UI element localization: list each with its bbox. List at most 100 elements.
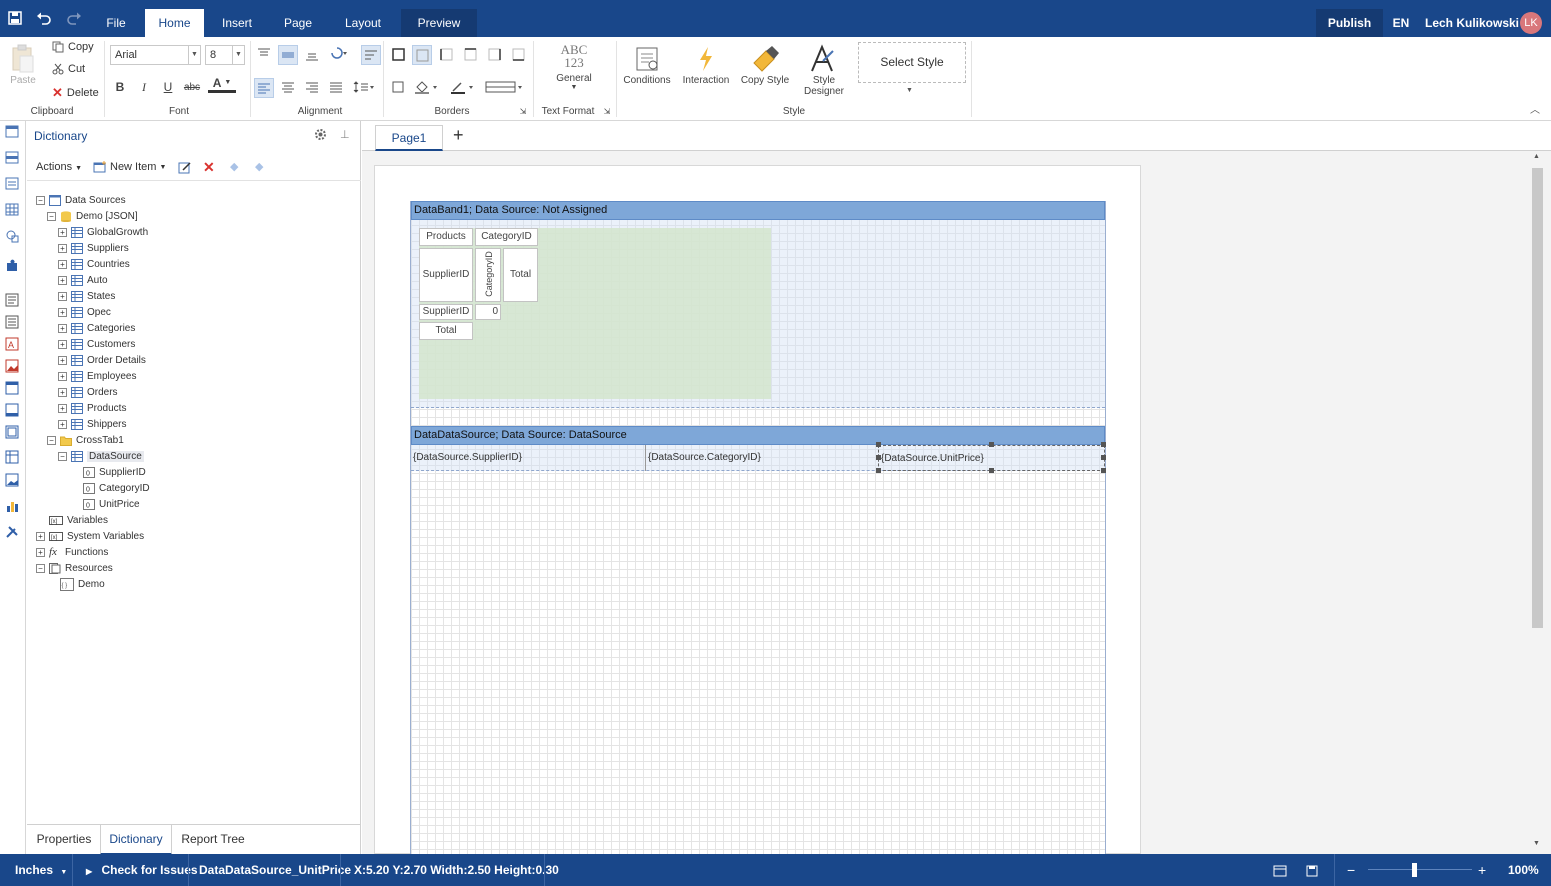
align-left-icon[interactable] xyxy=(254,78,274,98)
tree-table-item[interactable]: + Countries xyxy=(58,256,130,272)
tree-resources[interactable]: − Resources xyxy=(36,560,113,576)
language-button[interactable]: EN xyxy=(1386,9,1416,37)
text-in-cells-icon[interactable]: A xyxy=(5,337,20,351)
publish-button[interactable]: Publish xyxy=(1316,9,1383,37)
panel-icon[interactable] xyxy=(5,381,20,395)
new-item-button[interactable]: New Item ▼ xyxy=(93,161,166,173)
units-dropdown[interactable]: Inches ▼ xyxy=(15,854,67,886)
tree-table-item[interactable]: + Shippers xyxy=(58,416,126,432)
expand-dialog-icon[interactable]: ⇲ xyxy=(601,105,613,117)
tab-page1[interactable]: Page1 xyxy=(375,125,443,151)
tab-report-tree[interactable]: Report Tree xyxy=(175,825,251,855)
expand-icon[interactable]: + xyxy=(58,355,67,365)
subreport-icon[interactable] xyxy=(5,425,20,439)
italic-button[interactable]: I xyxy=(134,77,154,97)
crosstab-total-column[interactable]: Total xyxy=(503,248,538,302)
zoom-out-button[interactable]: − xyxy=(1347,854,1355,886)
tree-table-item[interactable]: + GlobalGrowth xyxy=(58,224,148,240)
resize-handle[interactable] xyxy=(1101,468,1106,473)
shadow-icon[interactable] xyxy=(388,77,408,97)
border-all-icon[interactable] xyxy=(388,44,408,64)
tree-column-categoryid[interactable]: 0 CategoryID xyxy=(83,480,150,496)
expand-icon[interactable]: + xyxy=(58,323,67,333)
crosstab-supplierid-header[interactable]: SupplierID xyxy=(419,248,473,302)
puzzle-icon[interactable] xyxy=(5,259,20,273)
tab-page[interactable]: Page xyxy=(274,9,322,37)
collapse-icon[interactable]: − xyxy=(36,195,45,205)
style-designer-button[interactable]: Style Designer xyxy=(796,43,852,97)
add-page-button[interactable]: + xyxy=(453,125,464,146)
border-style-icon[interactable] xyxy=(484,77,526,97)
crosstab-icon[interactable] xyxy=(5,450,20,464)
crosstab-value-cell[interactable]: 0 xyxy=(475,304,501,320)
page-grid[interactable]: DataBand1; Data Source: Not Assigned Pro… xyxy=(410,201,1106,855)
tab-insert[interactable]: Insert xyxy=(212,9,262,37)
resize-handle[interactable] xyxy=(989,442,994,447)
text-format-button[interactable]: ABC 123 General ▼ xyxy=(540,43,608,91)
border-top-icon[interactable] xyxy=(460,44,480,64)
underline-button[interactable]: U xyxy=(158,77,178,97)
save-view-icon[interactable] xyxy=(1306,854,1318,886)
cut-button[interactable]: Cut xyxy=(52,63,85,75)
expand-icon[interactable]: + xyxy=(36,547,45,557)
crosstab-categoryid-vertical[interactable]: CategoryID xyxy=(475,248,501,302)
border-bottom-icon[interactable] xyxy=(508,44,528,64)
tab-home[interactable]: Home xyxy=(145,9,204,37)
scroll-down-icon[interactable]: ▼ xyxy=(1533,840,1540,847)
tree-crosstab1[interactable]: − CrossTab1 xyxy=(47,432,124,448)
report-page[interactable]: DataBand1; Data Source: Not Assigned Pro… xyxy=(374,165,1141,855)
text-rotation-icon[interactable] xyxy=(326,43,354,63)
scroll-up-icon[interactable]: ▲ xyxy=(1533,153,1540,160)
crosstab-categoryid-header[interactable]: CategoryID xyxy=(475,228,538,246)
tree-table-item[interactable]: + Customers xyxy=(58,336,135,352)
chart-icon[interactable] xyxy=(5,499,20,513)
resize-handle[interactable] xyxy=(1101,442,1106,447)
tree-data-sources[interactable]: − Data Sources xyxy=(36,192,126,208)
picture-icon[interactable] xyxy=(5,473,20,487)
pin-icon[interactable]: ⊥ xyxy=(340,128,350,141)
image-icon[interactable] xyxy=(5,359,20,373)
databand1-header[interactable]: DataBand1; Data Source: Not Assigned xyxy=(411,201,1105,220)
move-down-icon[interactable]: ◆ xyxy=(255,160,263,173)
expand-icon[interactable]: + xyxy=(58,291,67,301)
resize-handle[interactable] xyxy=(1101,455,1106,460)
collapse-ribbon-icon[interactable]: ︿ xyxy=(1530,101,1540,116)
interaction-button[interactable]: Interaction xyxy=(678,43,734,86)
report-title-band-icon[interactable] xyxy=(5,125,20,139)
align-center-icon[interactable] xyxy=(278,77,298,97)
select-style-button[interactable]: Select Style xyxy=(858,42,966,83)
resize-handle[interactable] xyxy=(876,468,881,473)
text-icon[interactable] xyxy=(5,293,20,307)
tools-icon[interactable] xyxy=(5,525,20,539)
crosstab-total-row[interactable]: Total xyxy=(419,322,473,340)
border-none-icon[interactable] xyxy=(412,45,432,65)
zoom-level[interactable]: 100% xyxy=(1508,854,1539,886)
tree-resource-demo[interactable]: { } Demo xyxy=(60,576,105,592)
align-justify-icon[interactable] xyxy=(326,77,346,97)
resize-handle[interactable] xyxy=(876,442,881,447)
fill-color-icon[interactable] xyxy=(412,77,442,97)
edit-icon[interactable] xyxy=(178,161,192,177)
page-view-icon[interactable] xyxy=(1273,854,1287,886)
tree-table-item[interactable]: + States xyxy=(58,288,115,304)
expand-icon[interactable]: + xyxy=(58,227,67,237)
tab-file[interactable]: File xyxy=(96,9,136,37)
data-band-icon[interactable] xyxy=(5,177,20,191)
border-left-icon[interactable] xyxy=(436,44,456,64)
tree-functions[interactable]: + fx Functions xyxy=(36,544,108,560)
tree-column-unitprice[interactable]: 0 UnitPrice xyxy=(83,496,140,512)
bold-button[interactable]: B xyxy=(110,77,130,97)
tree-table-item[interactable]: + Categories xyxy=(58,320,135,336)
table-icon[interactable] xyxy=(5,203,20,217)
copy-style-button[interactable]: Copy Style xyxy=(736,43,794,86)
tree-table-item[interactable]: + Order Details xyxy=(58,352,146,368)
expand-icon[interactable]: + xyxy=(36,531,45,541)
border-color-icon[interactable] xyxy=(448,77,478,97)
font-family-select[interactable]: Arial ▼ xyxy=(110,45,201,65)
move-up-icon[interactable]: ◆ xyxy=(230,160,238,173)
tree-demo-json[interactable]: − Demo [JSON] xyxy=(47,208,138,224)
container-icon[interactable] xyxy=(5,403,20,417)
tree-column-supplierid[interactable]: 0 SupplierID xyxy=(83,464,146,480)
expand-icon[interactable]: + xyxy=(58,275,67,285)
align-right-icon[interactable] xyxy=(302,77,322,97)
